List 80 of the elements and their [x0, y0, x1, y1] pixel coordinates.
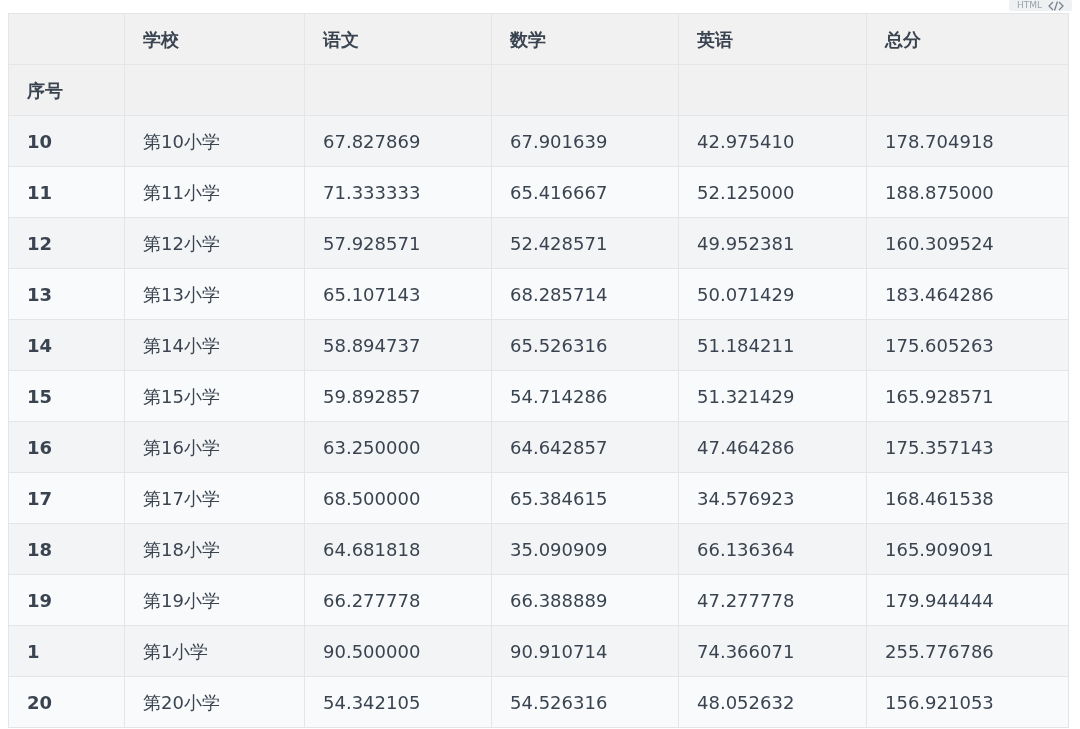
- table-cell: 160.309524: [885, 232, 994, 254]
- table-cell: 第13小学: [143, 283, 220, 305]
- table-cell: 第10小学: [143, 130, 220, 152]
- table-cell: 65.526316: [510, 334, 608, 356]
- table-cell: 57.928571: [323, 232, 421, 254]
- column-header: 总分: [885, 28, 921, 50]
- table-cell: 168.461538: [885, 487, 994, 509]
- row-index: 19: [27, 589, 53, 611]
- table-cell: 65.107143: [323, 283, 421, 305]
- row-index: 11: [27, 181, 53, 203]
- table-cell: 54.714286: [510, 385, 608, 407]
- table-cell: 64.642857: [510, 436, 608, 458]
- table-cell: 第1小学: [143, 640, 209, 662]
- table-cell: 90.910714: [510, 640, 608, 662]
- table-cell: 66.388889: [510, 589, 608, 611]
- table-cell: 52.428571: [510, 232, 608, 254]
- table-cell: 52.125000: [697, 181, 795, 203]
- table-cell: 68.285714: [510, 283, 608, 305]
- table-cell: 第20小学: [143, 691, 220, 713]
- table-cell: 65.416667: [510, 181, 608, 203]
- row-index: 12: [27, 232, 53, 254]
- table-cell: 156.921053: [885, 691, 994, 713]
- table-cell: 66.277778: [323, 589, 421, 611]
- column-header: 语文: [323, 28, 359, 50]
- table-cell: 183.464286: [885, 283, 994, 305]
- table-cell: 第17小学: [143, 487, 220, 509]
- row-index: 20: [27, 691, 53, 713]
- table-cell: 67.827869: [323, 130, 421, 152]
- table-cell: 58.894737: [323, 334, 421, 356]
- table-cell: 48.052632: [697, 691, 795, 713]
- table-cell: 175.357143: [885, 436, 994, 458]
- table-cell: 67.901639: [510, 130, 608, 152]
- table-cell: 51.321429: [697, 385, 795, 407]
- row-index: 10: [27, 130, 53, 152]
- table-cell: 第11小学: [143, 181, 220, 203]
- table-cell: 175.605263: [885, 334, 994, 356]
- table-cell: 179.944444: [885, 589, 994, 611]
- table-cell: 第15小学: [143, 385, 220, 407]
- table-cell: 255.776786: [885, 640, 994, 662]
- table-cell: 165.928571: [885, 385, 994, 407]
- table-cell: 59.892857: [323, 385, 421, 407]
- table-cell: 第16小学: [143, 436, 220, 458]
- table-cell: 54.526316: [510, 691, 608, 713]
- column-header: 数学: [510, 28, 546, 50]
- row-index: 1: [27, 640, 40, 662]
- table-cell: 47.464286: [697, 436, 795, 458]
- table-cell: 51.184211: [697, 334, 795, 356]
- table-cell: 65.384615: [510, 487, 608, 509]
- index-header: 序号: [27, 79, 63, 101]
- row-index: 15: [27, 385, 53, 407]
- table-cell: 49.952381: [697, 232, 795, 254]
- table-cell: 71.333333: [323, 181, 421, 203]
- table-cell: 188.875000: [885, 181, 994, 203]
- table-cell: 34.576923: [697, 487, 795, 509]
- table-cell: 66.136364: [697, 538, 795, 560]
- table-cell: 42.975410: [697, 130, 795, 152]
- table-cell: 50.071429: [697, 283, 795, 305]
- table-cell: 178.704918: [885, 130, 994, 152]
- table-cell: 47.277778: [697, 589, 795, 611]
- table-cell: 63.250000: [323, 436, 421, 458]
- table-cell: 68.500000: [323, 487, 421, 509]
- table-cell: 第18小学: [143, 538, 220, 560]
- row-index: 16: [27, 436, 53, 458]
- table-cell: 90.500000: [323, 640, 421, 662]
- row-index: 14: [27, 334, 53, 356]
- row-index: 13: [27, 283, 53, 305]
- table-cell: 74.366071: [697, 640, 795, 662]
- table-cell: 64.681818: [323, 538, 421, 560]
- column-header: 英语: [697, 28, 733, 50]
- format-label: HTML: [1016, 0, 1042, 11]
- code-icon: [1048, 0, 1064, 11]
- table-cell: 35.090909: [510, 538, 608, 560]
- table-cell: 第12小学: [143, 232, 220, 254]
- row-index: 17: [27, 487, 53, 509]
- table-cell: 54.342105: [323, 691, 421, 713]
- row-index: 18: [27, 538, 53, 560]
- table-cell: 165.909091: [885, 538, 994, 560]
- table-cell: 第14小学: [143, 334, 220, 356]
- table-cell: 第19小学: [143, 589, 220, 611]
- column-header: 学校: [143, 28, 179, 50]
